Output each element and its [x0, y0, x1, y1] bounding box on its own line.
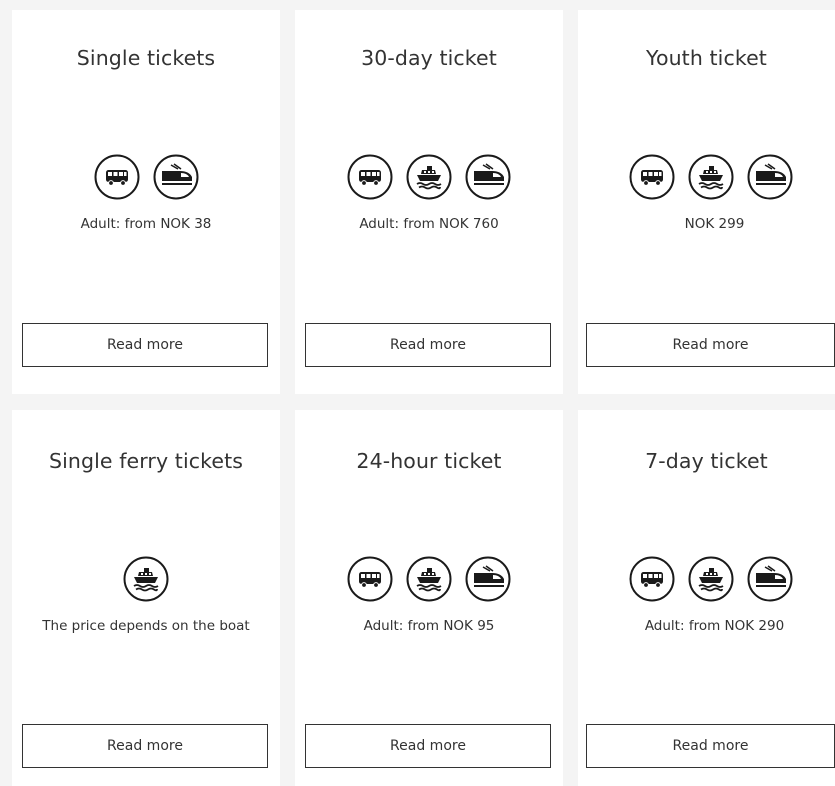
card-title: 24-hour ticket [356, 449, 502, 473]
transport-icons [295, 556, 563, 602]
read-more-button[interactable]: Read more [586, 724, 835, 768]
read-more-button[interactable]: Read more [305, 323, 551, 367]
read-more-button[interactable]: Read more [586, 323, 835, 367]
train-icon [465, 556, 511, 602]
card-title: Youth ticket [646, 46, 767, 70]
bus-icon [629, 154, 675, 200]
card-title: 7-day ticket [645, 449, 768, 473]
transport-icons [12, 556, 280, 602]
read-more-button[interactable]: Read more [22, 323, 268, 367]
price-text: Adult: from NOK 290 [644, 618, 785, 634]
price-text: Adult: from NOK 760 [359, 216, 499, 232]
ferry-icon [688, 556, 734, 602]
ferry-icon [406, 556, 452, 602]
ferry-icon [688, 154, 734, 200]
price-text: The price depends on the boat [42, 618, 250, 634]
bus-icon [347, 556, 393, 602]
read-more-button[interactable]: Read more [305, 724, 551, 768]
train-icon [747, 556, 793, 602]
train-icon [153, 154, 199, 200]
transport-icons [12, 154, 280, 200]
price-text: Adult: from NOK 38 [80, 216, 212, 232]
transport-icons [578, 154, 835, 200]
ticket-card-single-ferry: Single ferry tickets The price depends o… [12, 410, 280, 786]
card-title: Single ferry tickets [49, 449, 243, 473]
transport-icons [295, 154, 563, 200]
read-more-button[interactable]: Read more [22, 724, 268, 768]
ferry-icon [406, 154, 452, 200]
train-icon [747, 154, 793, 200]
card-title: 30-day ticket [361, 46, 497, 70]
ferry-icon [123, 556, 169, 602]
ticket-card-youth: Youth ticket NOK 299 Read more [578, 10, 835, 394]
bus-icon [347, 154, 393, 200]
bus-icon [629, 556, 675, 602]
train-icon [465, 154, 511, 200]
bus-icon [94, 154, 140, 200]
ticket-card-single: Single tickets Adult: from NOK 38 Read m… [12, 10, 280, 394]
price-text: Adult: from NOK 95 [363, 618, 495, 634]
price-text: NOK 299 [684, 216, 745, 232]
ticket-card-24-hour: 24-hour ticket Adult: from NOK 95 Read m… [295, 410, 563, 786]
ticket-card-7-day: 7-day ticket Adult: from NOK 290 Read mo… [578, 410, 835, 786]
card-title: Single tickets [76, 46, 216, 70]
ticket-grid: Single tickets Adult: from NOK 38 Read m… [0, 0, 835, 786]
transport-icons [578, 556, 835, 602]
ticket-card-30-day: 30-day ticket Adult: from NOK 760 Read m… [295, 10, 563, 394]
